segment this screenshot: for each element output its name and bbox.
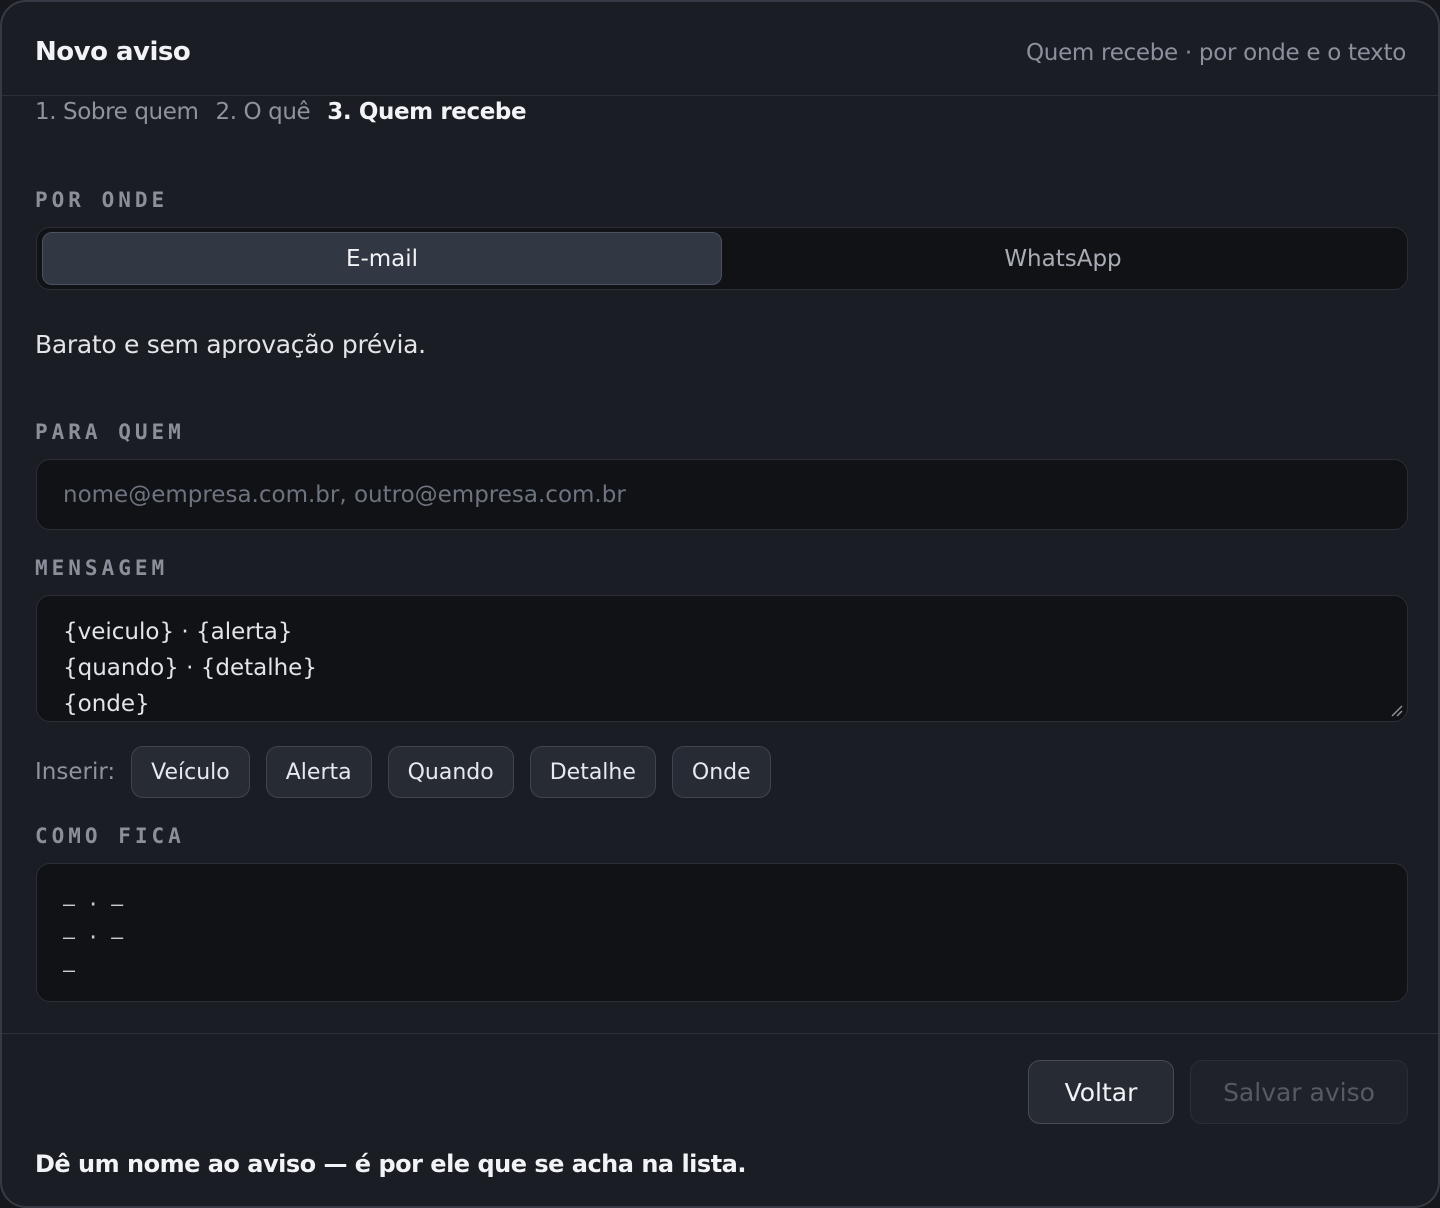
step-quem-recebe[interactable]: 3. Quem recebe <box>327 99 526 125</box>
preview-section-label: COMO FICA <box>35 824 185 848</box>
message-line: {onde} <box>63 691 150 717</box>
channel-selector: E-mail WhatsApp <box>36 227 1408 290</box>
insert-chip-veiculo[interactable]: Veículo <box>131 746 250 798</box>
insert-chip-quando[interactable]: Quando <box>387 746 514 798</box>
wizard-steps: 1. Sobre quem 2. O quê 3. Quem recebe <box>35 99 543 125</box>
recipients-section-label: PARA QUEM <box>35 420 185 444</box>
channel-section-label: POR ONDE <box>35 188 169 212</box>
preview-line: — · — <box>63 925 124 949</box>
dialog-title: Novo aviso <box>35 37 191 67</box>
message-section-label: MENSAGEM <box>35 556 169 580</box>
insert-chip-onde[interactable]: Onde <box>671 746 771 798</box>
step-o-que[interactable]: 2. O quê <box>215 99 310 125</box>
footer-divider <box>2 1033 1438 1034</box>
insert-chip-detalhe[interactable]: Detalhe <box>529 746 656 798</box>
channel-option-whatsapp[interactable]: WhatsApp <box>722 232 1404 285</box>
dialog-header: Novo aviso Quem recebe · por onde e o te… <box>2 2 1438 96</box>
recipients-input[interactable] <box>37 460 1407 529</box>
message-content[interactable]: {veiculo} · {alerta} {quando} · {detalhe… <box>63 614 317 722</box>
channel-option-email[interactable]: E-mail <box>42 232 722 285</box>
back-button[interactable]: Voltar <box>1028 1060 1174 1124</box>
message-line: {veiculo} · {alerta} <box>63 619 293 645</box>
save-alert-button[interactable]: Salvar aviso <box>1190 1060 1408 1124</box>
insert-variables-row: Inserir: Veículo Alerta Quando Detalhe O… <box>35 746 787 798</box>
insert-chip-alerta[interactable]: Alerta <box>265 746 372 798</box>
new-alert-dialog: Novo aviso Quem recebe · por onde e o te… <box>0 0 1440 1208</box>
dialog-subtitle: Quem recebe · por onde e o texto <box>1026 40 1406 66</box>
validation-message: Dê um nome ao aviso — é por ele que se a… <box>35 1150 746 1178</box>
recipients-field <box>36 459 1408 530</box>
preview-line: — <box>63 958 76 982</box>
message-textarea[interactable]: {veiculo} · {alerta} {quando} · {detalhe… <box>36 595 1408 722</box>
message-line: {quando} · {detalhe} <box>63 655 317 681</box>
preview-line: — · — <box>63 892 124 916</box>
resize-handle-icon[interactable] <box>1391 705 1403 717</box>
preview-content: — · — — · — — <box>63 888 123 987</box>
step-sobre-quem[interactable]: 1. Sobre quem <box>35 99 199 125</box>
preview-box: — · — — · — — <box>36 863 1408 1002</box>
insert-label: Inserir: <box>35 759 116 785</box>
channel-hint: Barato e sem aprovação prévia. <box>35 330 426 359</box>
